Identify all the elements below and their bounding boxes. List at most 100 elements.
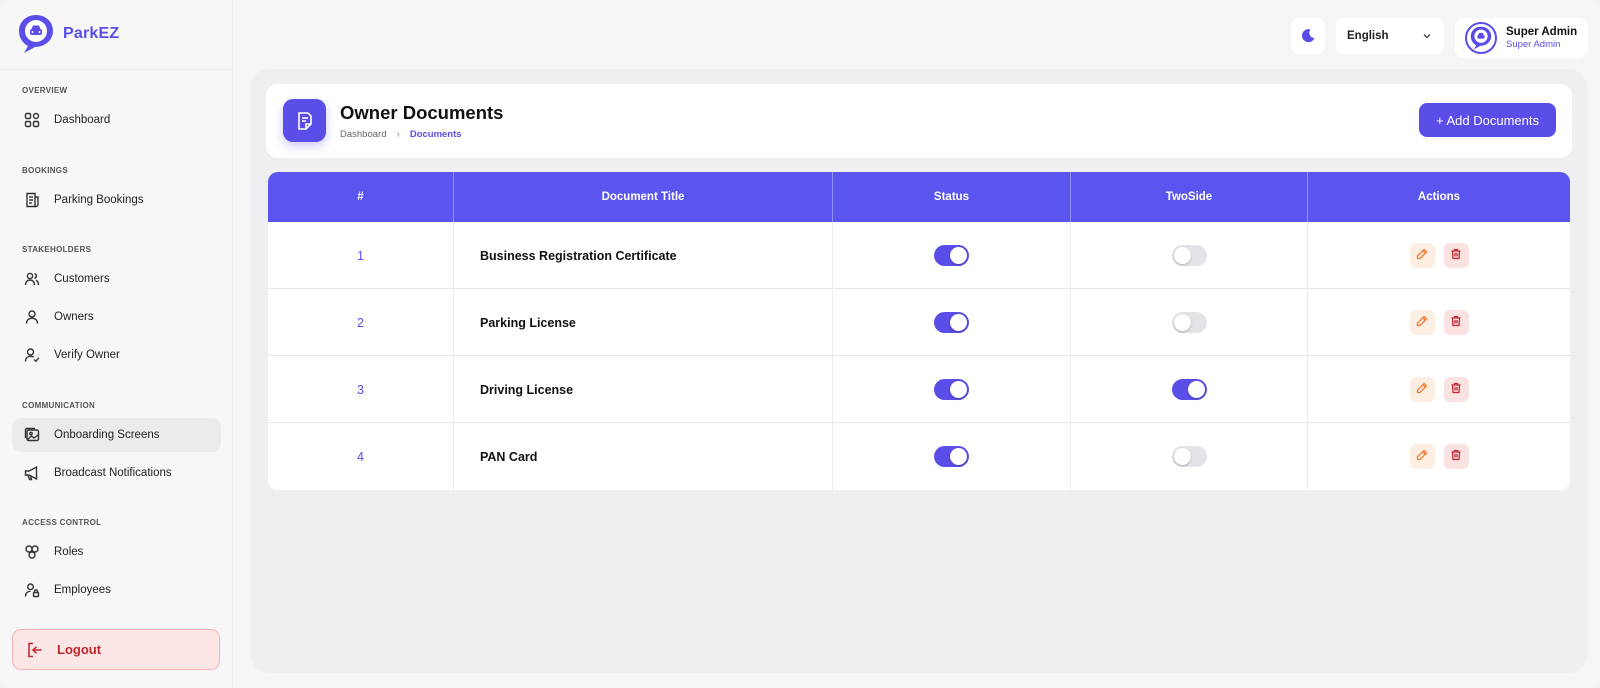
edit-button[interactable] <box>1409 310 1435 335</box>
logout-icon <box>27 642 43 658</box>
trash-icon <box>1450 247 1462 265</box>
section-stakeholders: STAKEHOLDERS <box>22 245 92 254</box>
status-toggle[interactable] <box>934 379 969 400</box>
status-cell <box>833 289 1071 356</box>
twoside-cell <box>1071 356 1308 423</box>
table-row: 1 Business Registration Certificate <box>268 222 1570 289</box>
logout-label: Logout <box>57 642 102 657</box>
edit-button[interactable] <box>1409 243 1435 268</box>
table-row: 4 PAN Card <box>268 423 1570 490</box>
toggle-knob <box>1187 381 1205 398</box>
column-header: TwoSide <box>1071 172 1308 222</box>
logout-button[interactable]: Logout <box>12 629 220 670</box>
grid-icon <box>24 112 40 128</box>
table-row: 2 Parking License <box>268 289 1570 356</box>
pencil-icon <box>1416 381 1428 399</box>
row-number: 4 <box>268 423 454 490</box>
status-toggle[interactable] <box>934 312 969 333</box>
avatar <box>1465 22 1497 54</box>
table-row: 3 Driving License <box>268 356 1570 423</box>
page-title: Owner Documents <box>340 102 504 123</box>
row-number: 1 <box>268 222 454 289</box>
toggle-knob <box>950 314 967 331</box>
status-toggle[interactable] <box>934 245 969 266</box>
user-lock-icon <box>24 582 40 598</box>
document-icon <box>283 99 326 142</box>
actions-cell <box>1308 356 1570 423</box>
roles-icon <box>24 544 40 560</box>
sidebar-item-label: Dashboard <box>54 114 111 126</box>
main-content: Owner Documents Dashboard › Documents + … <box>251 69 1587 673</box>
trash-icon <box>1450 314 1462 332</box>
actions-cell <box>1308 289 1570 356</box>
column-header: # <box>268 172 454 222</box>
page-header: Owner Documents Dashboard › Documents + … <box>266 84 1572 158</box>
actions-cell <box>1308 423 1570 490</box>
breadcrumb: Dashboard › Documents <box>340 129 462 140</box>
status-toggle[interactable] <box>934 446 969 467</box>
section-bookings: BOOKINGS <box>22 166 68 175</box>
document-title: PAN Card <box>454 423 833 490</box>
user-name: Super Admin <box>1506 26 1578 38</box>
pencil-icon <box>1416 314 1428 332</box>
sidebar-item-parking-bookings[interactable]: Parking Bookings <box>12 183 221 217</box>
sidebar-item-label: Verify Owner <box>54 349 120 361</box>
user-role: Super Admin <box>1506 39 1561 50</box>
status-cell <box>833 356 1071 423</box>
sidebar-item-label: Broadcast Notifications <box>54 467 172 479</box>
brand-name: ParkEZ <box>63 25 120 42</box>
edit-button[interactable] <box>1409 377 1435 402</box>
brand[interactable]: ParkEZ <box>18 14 119 54</box>
breadcrumb-documents: Documents <box>409 129 462 140</box>
theme-toggle-button[interactable] <box>1291 18 1325 54</box>
delete-button[interactable] <box>1443 444 1469 469</box>
column-header: Document Title <box>454 172 833 222</box>
delete-button[interactable] <box>1443 243 1469 268</box>
delete-button[interactable] <box>1443 310 1469 335</box>
delete-button[interactable] <box>1443 377 1469 402</box>
status-cell <box>833 423 1071 490</box>
column-header: Status <box>833 172 1071 222</box>
twoside-toggle[interactable] <box>1171 379 1207 400</box>
twoside-toggle[interactable] <box>1171 245 1207 266</box>
sidebar-item-broadcast-notifications[interactable]: Broadcast Notifications <box>12 456 221 490</box>
sidebar-item-owners[interactable]: Owners <box>12 300 221 334</box>
add-documents-button[interactable]: + Add Documents <box>1419 103 1556 137</box>
sidebar-item-verify-owner[interactable]: Verify Owner <box>12 338 221 372</box>
sidebar-item-employees[interactable]: Employees <box>12 573 221 607</box>
sidebar-item-dashboard[interactable]: Dashboard <box>12 103 221 137</box>
chevron-right-icon: › <box>396 129 400 140</box>
toggle-knob <box>1173 448 1191 465</box>
column-header: Actions <box>1417 191 1461 203</box>
users-icon <box>24 271 40 287</box>
app-frame: ParkEZ OVERVIEW Dashboard BOOKINGS Parki… <box>0 0 1600 688</box>
sidebar-item-label: Employees <box>54 584 111 596</box>
document-title: Driving License <box>454 356 833 423</box>
sidebar-item-label: Onboarding Screens <box>54 429 160 441</box>
documents-table: # Document Title Status TwoSide Actions … <box>268 172 1570 490</box>
toggle-knob <box>1173 247 1191 264</box>
user-menu[interactable]: Super Admin Super Admin <box>1455 18 1588 58</box>
breadcrumb-dashboard[interactable]: Dashboard <box>340 129 386 140</box>
sidebar-item-roles[interactable]: Roles <box>12 535 221 569</box>
pencil-icon <box>1416 247 1428 265</box>
status-cell <box>833 222 1071 289</box>
language-label: English <box>1347 30 1389 42</box>
trash-icon <box>1450 381 1462 399</box>
user-check-icon <box>24 347 40 363</box>
trash-icon <box>1450 448 1462 466</box>
image-icon <box>24 427 40 443</box>
section-overview: OVERVIEW <box>22 86 68 95</box>
twoside-toggle[interactable] <box>1171 312 1207 333</box>
brand-logo-icon <box>19 15 53 53</box>
twoside-toggle[interactable] <box>1171 446 1207 467</box>
sidebar: ParkEZ OVERVIEW Dashboard BOOKINGS Parki… <box>0 0 233 688</box>
language-select[interactable]: English <box>1336 18 1444 54</box>
avatar-logo-icon <box>1470 26 1492 50</box>
sidebar-divider <box>0 69 233 70</box>
receipt-icon <box>24 192 40 208</box>
sidebar-item-onboarding-screens[interactable]: Onboarding Screens <box>12 418 221 452</box>
edit-button[interactable] <box>1409 444 1435 469</box>
sidebar-item-customers[interactable]: Customers <box>12 262 221 296</box>
sidebar-item-label: Customers <box>54 273 110 285</box>
